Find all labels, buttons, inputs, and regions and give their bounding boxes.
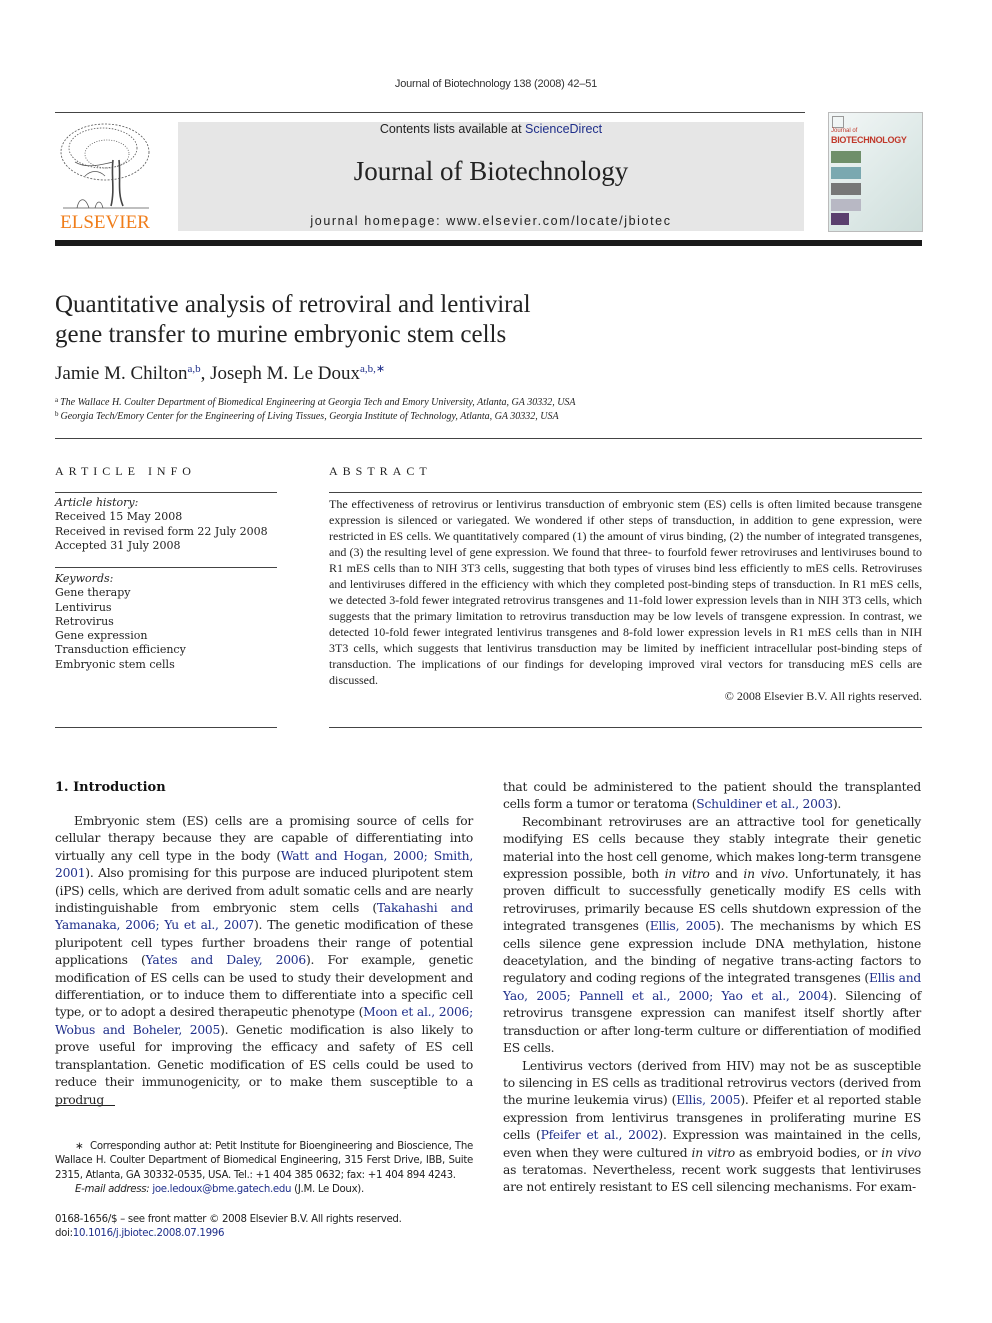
issn-line: 0168-1656/$ – see front matter © 2008 El… [55, 1214, 402, 1225]
abstract-copyright: © 2008 Elsevier B.V. All rights reserved… [724, 689, 922, 703]
body-column-left: Embryonic stem (ES) cells are a promisin… [55, 813, 473, 1109]
author-name[interactable]: Jamie M. Chilton [55, 363, 187, 384]
journal-homepage-link[interactable]: journal homepage: www.elsevier.com/locat… [178, 214, 804, 228]
cover-thumbnail [831, 199, 861, 211]
history-item: Accepted 31 July 2008 [55, 538, 181, 552]
cover-title-large: BIOTECHNOLOGY [831, 135, 907, 145]
elsevier-wordmark: ELSEVIER [60, 212, 150, 233]
abstract: The effectiveness of retrovirus or lenti… [329, 496, 922, 704]
footnote-rule [55, 1105, 115, 1106]
corresponding-mark: ∗ [75, 1141, 84, 1152]
masthead-thick-rule [55, 240, 922, 246]
history-item: Received 15 May 2008 [55, 510, 183, 524]
cover-thumbnail [831, 167, 861, 179]
abstract-body: The effectiveness of retrovirus or lenti… [329, 497, 922, 687]
divider [55, 567, 277, 568]
keyword: Gene expression [55, 629, 148, 643]
citation-link[interactable]: Takahashi and Yamanaka, 2006; Yu et al.,… [55, 901, 473, 932]
citation-link[interactable]: Ellis, 2005 [650, 919, 717, 933]
cover-elsevier-mark-icon [832, 116, 844, 128]
abstract-heading: ABSTRACT [329, 464, 432, 478]
article-history-label: Article history: [55, 496, 139, 509]
affiliation-mark: a [55, 396, 59, 404]
divider [55, 727, 277, 728]
article-history: Article history: Received 15 May 2008 Re… [55, 496, 277, 553]
keyword: Transduction efficiency [55, 643, 186, 657]
email-link[interactable]: joe.ledoux@bme.gatech.edu [152, 1184, 291, 1195]
section-heading-introduction: 1. Introduction [55, 780, 166, 795]
author-affiliation-marks[interactable]: a,b,∗ [360, 363, 385, 375]
cover-title-small: Journal of [831, 128, 858, 134]
italic-term: in vivo [881, 1145, 922, 1160]
paragraph: Recombinant retroviruses are an attracti… [503, 814, 921, 1056]
author-affiliation-marks[interactable]: a,b [187, 363, 200, 375]
paragraph: Embryonic stem (ES) cells are a promisin… [55, 814, 473, 1107]
journal-name: Journal of Biotechnology [353, 156, 629, 186]
affiliation: a The Wallace H. Coulter Department of Bi… [55, 396, 576, 408]
italic-term: in vitro [691, 1145, 736, 1160]
citation-link[interactable]: Ellis and Yao, 2005; Pannell et al., 200… [503, 971, 921, 1002]
affiliation-mark: b [55, 410, 59, 418]
sciencedirect-link[interactable]: ScienceDirect [525, 122, 602, 136]
affiliation-text: Georgia Tech/Emory Center for the Engine… [60, 411, 559, 422]
citation-link[interactable]: Yates and Daley, 2006 [146, 953, 307, 967]
running-head: Journal of Biotechnology 138 (2008) 42–5… [394, 78, 598, 90]
front-matter: 0168-1656/$ – see front matter © 2008 El… [55, 1213, 402, 1242]
cover-thumbnail [831, 213, 849, 225]
tree-icon [60, 123, 150, 209]
citation-link[interactable]: Pfeifer et al., 2002 [541, 1128, 659, 1142]
contents-prefix: Contents lists available at [379, 122, 526, 136]
header-rule [55, 112, 805, 113]
email-label: E-mail address: [75, 1183, 150, 1195]
divider [329, 727, 922, 728]
divider [55, 492, 277, 493]
cover-thumbnail [831, 151, 861, 163]
citation-link[interactable]: Schuldiner et al., 2003 [696, 797, 833, 811]
keyword: Gene therapy [55, 586, 131, 600]
elsevier-logo[interactable]: ELSEVIER [55, 120, 155, 234]
contents-line: Contents lists available at ScienceDirec… [178, 122, 804, 136]
keyword: Embryonic stem cells [55, 657, 175, 671]
email-owner: (J.M. Le Doux). [291, 1183, 364, 1195]
keywords-label: Keywords: [55, 572, 114, 585]
body-column-right: that could be administered to the patien… [503, 779, 921, 1197]
author-list: Jamie M. Chiltona,b, Joseph M. Le Douxa,… [55, 362, 385, 385]
keyword: Retrovirus [55, 614, 114, 628]
keywords: Keywords: Gene therapy Lentivirus Retrov… [55, 572, 277, 672]
italic-term: in vivo [743, 867, 785, 882]
citation-link[interactable]: Moon et al., 2006; Wobus and Boheler, 20… [55, 1005, 473, 1036]
journal-cover-image[interactable]: Journal of BIOTECHNOLOGY [828, 112, 923, 232]
author-separator: , [200, 363, 211, 384]
paragraph: that could be administered to the patien… [503, 780, 921, 812]
history-item: Received in revised form 22 July 2008 [55, 524, 268, 538]
keyword: Lentivirus [55, 600, 112, 614]
affiliation-text: The Wallace H. Coulter Department of Bio… [60, 397, 576, 408]
article-title: Quantitative analysis of retroviral and … [55, 290, 755, 350]
citation-link[interactable]: Watt and Hogan, 2000; Smith, 2001 [55, 849, 473, 880]
footnote: ∗ Corresponding author at: Petit Institu… [55, 1140, 473, 1197]
article-info-heading: ARTICLE INFO [55, 464, 196, 478]
doi-prefix: doi: [55, 1228, 73, 1240]
corresponding-author-text: Corresponding author at: Petit Institute… [55, 1141, 473, 1181]
journal-masthead: Contents lists available at ScienceDirec… [178, 122, 804, 231]
doi-link[interactable]: 10.1016/j.jbiotec.2008.07.1996 [73, 1228, 225, 1239]
cover-thumbnail [831, 183, 861, 195]
paragraph: Lentivirus vectors (derived from HIV) ma… [503, 1058, 922, 1195]
affiliation: b Georgia Tech/Emory Center for the Engin… [55, 410, 559, 422]
italic-term: in vitro [664, 867, 710, 882]
citation-link[interactable]: Ellis, 2005 [676, 1093, 740, 1107]
divider [329, 492, 922, 493]
title-line: Quantitative analysis of retroviral and … [55, 291, 531, 318]
title-line: gene transfer to murine embryonic stem c… [55, 321, 507, 348]
author-name[interactable]: Joseph M. Le Doux [210, 363, 360, 384]
divider [55, 438, 922, 439]
